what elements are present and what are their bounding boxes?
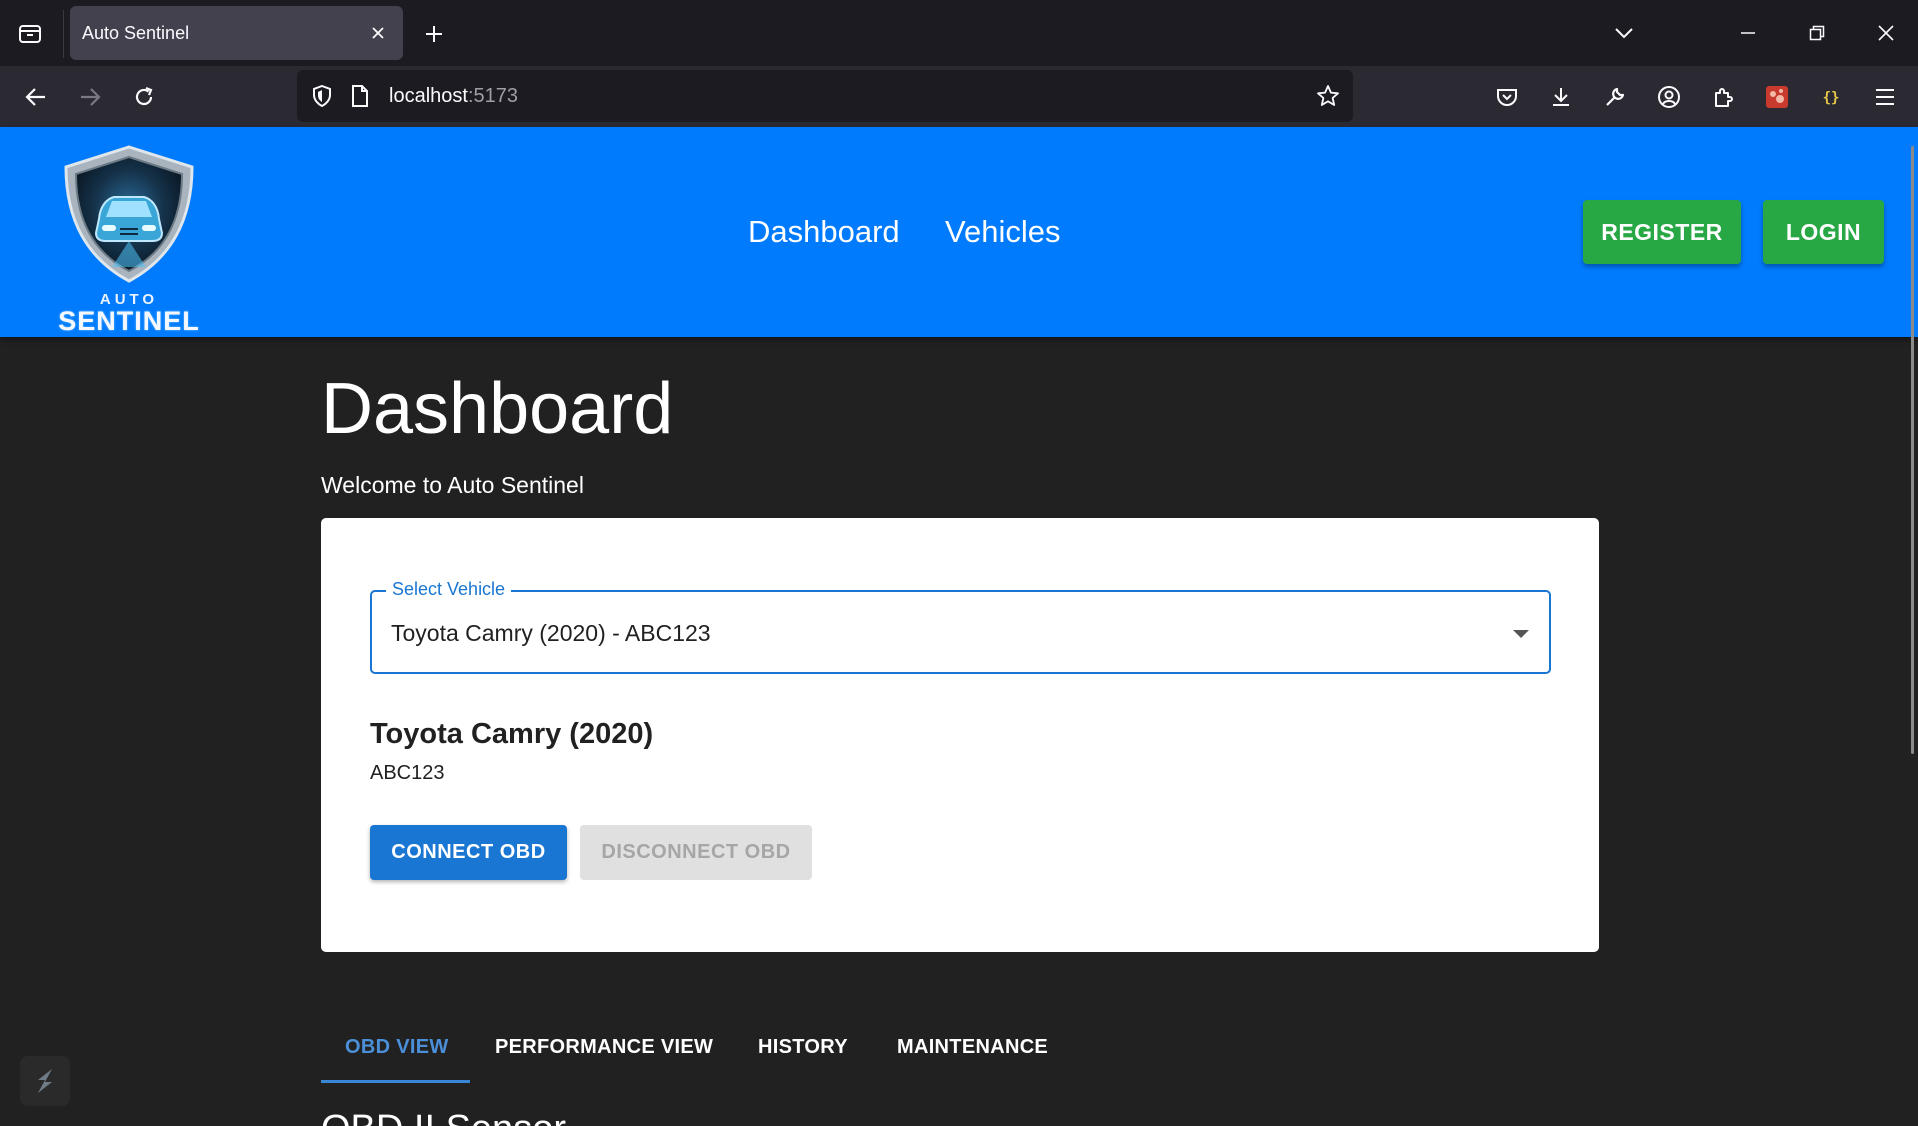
vehicle-select-label: Select Vehicle: [386, 579, 512, 600]
tab-separator: [63, 10, 64, 58]
tab-obd-view[interactable]: OBD VIEW: [345, 1036, 449, 1059]
minimize-icon[interactable]: [1731, 18, 1765, 48]
nav-link-dashboard[interactable]: Dashboard: [748, 214, 900, 250]
tab-list-icon[interactable]: [14, 18, 46, 50]
shield-car-icon: [64, 145, 194, 283]
vehicle-plate: ABC123: [370, 762, 445, 784]
logo-text-bottom: SENTINEL: [58, 306, 200, 336]
tab-performance-view[interactable]: PERFORMANCE VIEW: [495, 1036, 713, 1059]
page-scrollbar[interactable]: [1911, 146, 1914, 754]
floating-action-icon[interactable]: [20, 1056, 70, 1106]
close-icon[interactable]: [367, 22, 389, 44]
menu-icon[interactable]: [1868, 80, 1902, 114]
nav-link-vehicles[interactable]: Vehicles: [945, 214, 1060, 250]
tab-history[interactable]: HISTORY: [758, 1036, 848, 1059]
restore-icon[interactable]: [1800, 18, 1834, 48]
pocket-icon[interactable]: [1490, 80, 1524, 114]
auto-sentinel-logo[interactable]: AUTO SENTINEL: [52, 141, 206, 336]
register-button[interactable]: REGISTER: [1583, 200, 1741, 264]
browser-tab-bar: Auto Sentinel: [0, 0, 1918, 66]
shield-icon[interactable]: [309, 83, 335, 109]
wrench-icon[interactable]: [1598, 80, 1632, 114]
url-host: localhost: [389, 85, 468, 107]
chevron-down-icon[interactable]: [1607, 18, 1641, 48]
forward-arrow-icon[interactable]: [73, 80, 107, 114]
svg-text:{}: {}: [1823, 90, 1840, 106]
url-text: localhost:5173: [389, 85, 518, 108]
reload-icon[interactable]: [127, 80, 161, 114]
extensions-icon[interactable]: [1706, 80, 1740, 114]
url-bar[interactable]: localhost:5173: [297, 70, 1353, 122]
browser-tab[interactable]: Auto Sentinel: [70, 6, 403, 60]
vehicle-card: Select Vehicle Toyota Camry (2020) - ABC…: [321, 518, 1599, 952]
vehicle-select-value: Toyota Camry (2020) - ABC123: [391, 620, 711, 646]
tab-title: Auto Sentinel: [82, 23, 190, 43]
dropdown-arrow-icon[interactable]: [1513, 630, 1529, 638]
json-addon-icon[interactable]: {}: [1814, 80, 1848, 114]
vehicle-name: Toyota Camry (2020): [370, 718, 654, 750]
active-tab-indicator: [321, 1080, 470, 1083]
disconnect-obd-button[interactable]: DISCONNECT OBD: [580, 825, 812, 880]
login-button[interactable]: LOGIN: [1763, 200, 1884, 264]
page-title: Dashboard: [321, 369, 674, 449]
back-arrow-icon[interactable]: [19, 80, 53, 114]
download-icon[interactable]: [1544, 80, 1578, 114]
section-heading: OBD II Sensor: [321, 1108, 566, 1126]
bookmark-star-icon[interactable]: [1315, 83, 1341, 109]
window-close-icon[interactable]: [1869, 18, 1903, 48]
browser-nav-bar: localhost:5173 {}: [0, 66, 1918, 127]
tab-maintenance[interactable]: MAINTENANCE: [897, 1036, 1048, 1059]
vehicle-select[interactable]: Select Vehicle Toyota Camry (2020) - ABC…: [370, 579, 1551, 674]
new-tab-icon[interactable]: [418, 18, 450, 50]
welcome-subtitle: Welcome to Auto Sentinel: [321, 472, 584, 498]
connect-obd-button[interactable]: CONNECT OBD: [370, 825, 567, 880]
url-port: :5173: [467, 85, 518, 107]
account-icon[interactable]: [1652, 80, 1686, 114]
addon-red-icon[interactable]: [1760, 80, 1794, 114]
app-header: AUTO SENTINEL Dashboard Vehicles REGISTE…: [0, 127, 1918, 337]
page-icon: [347, 83, 373, 109]
